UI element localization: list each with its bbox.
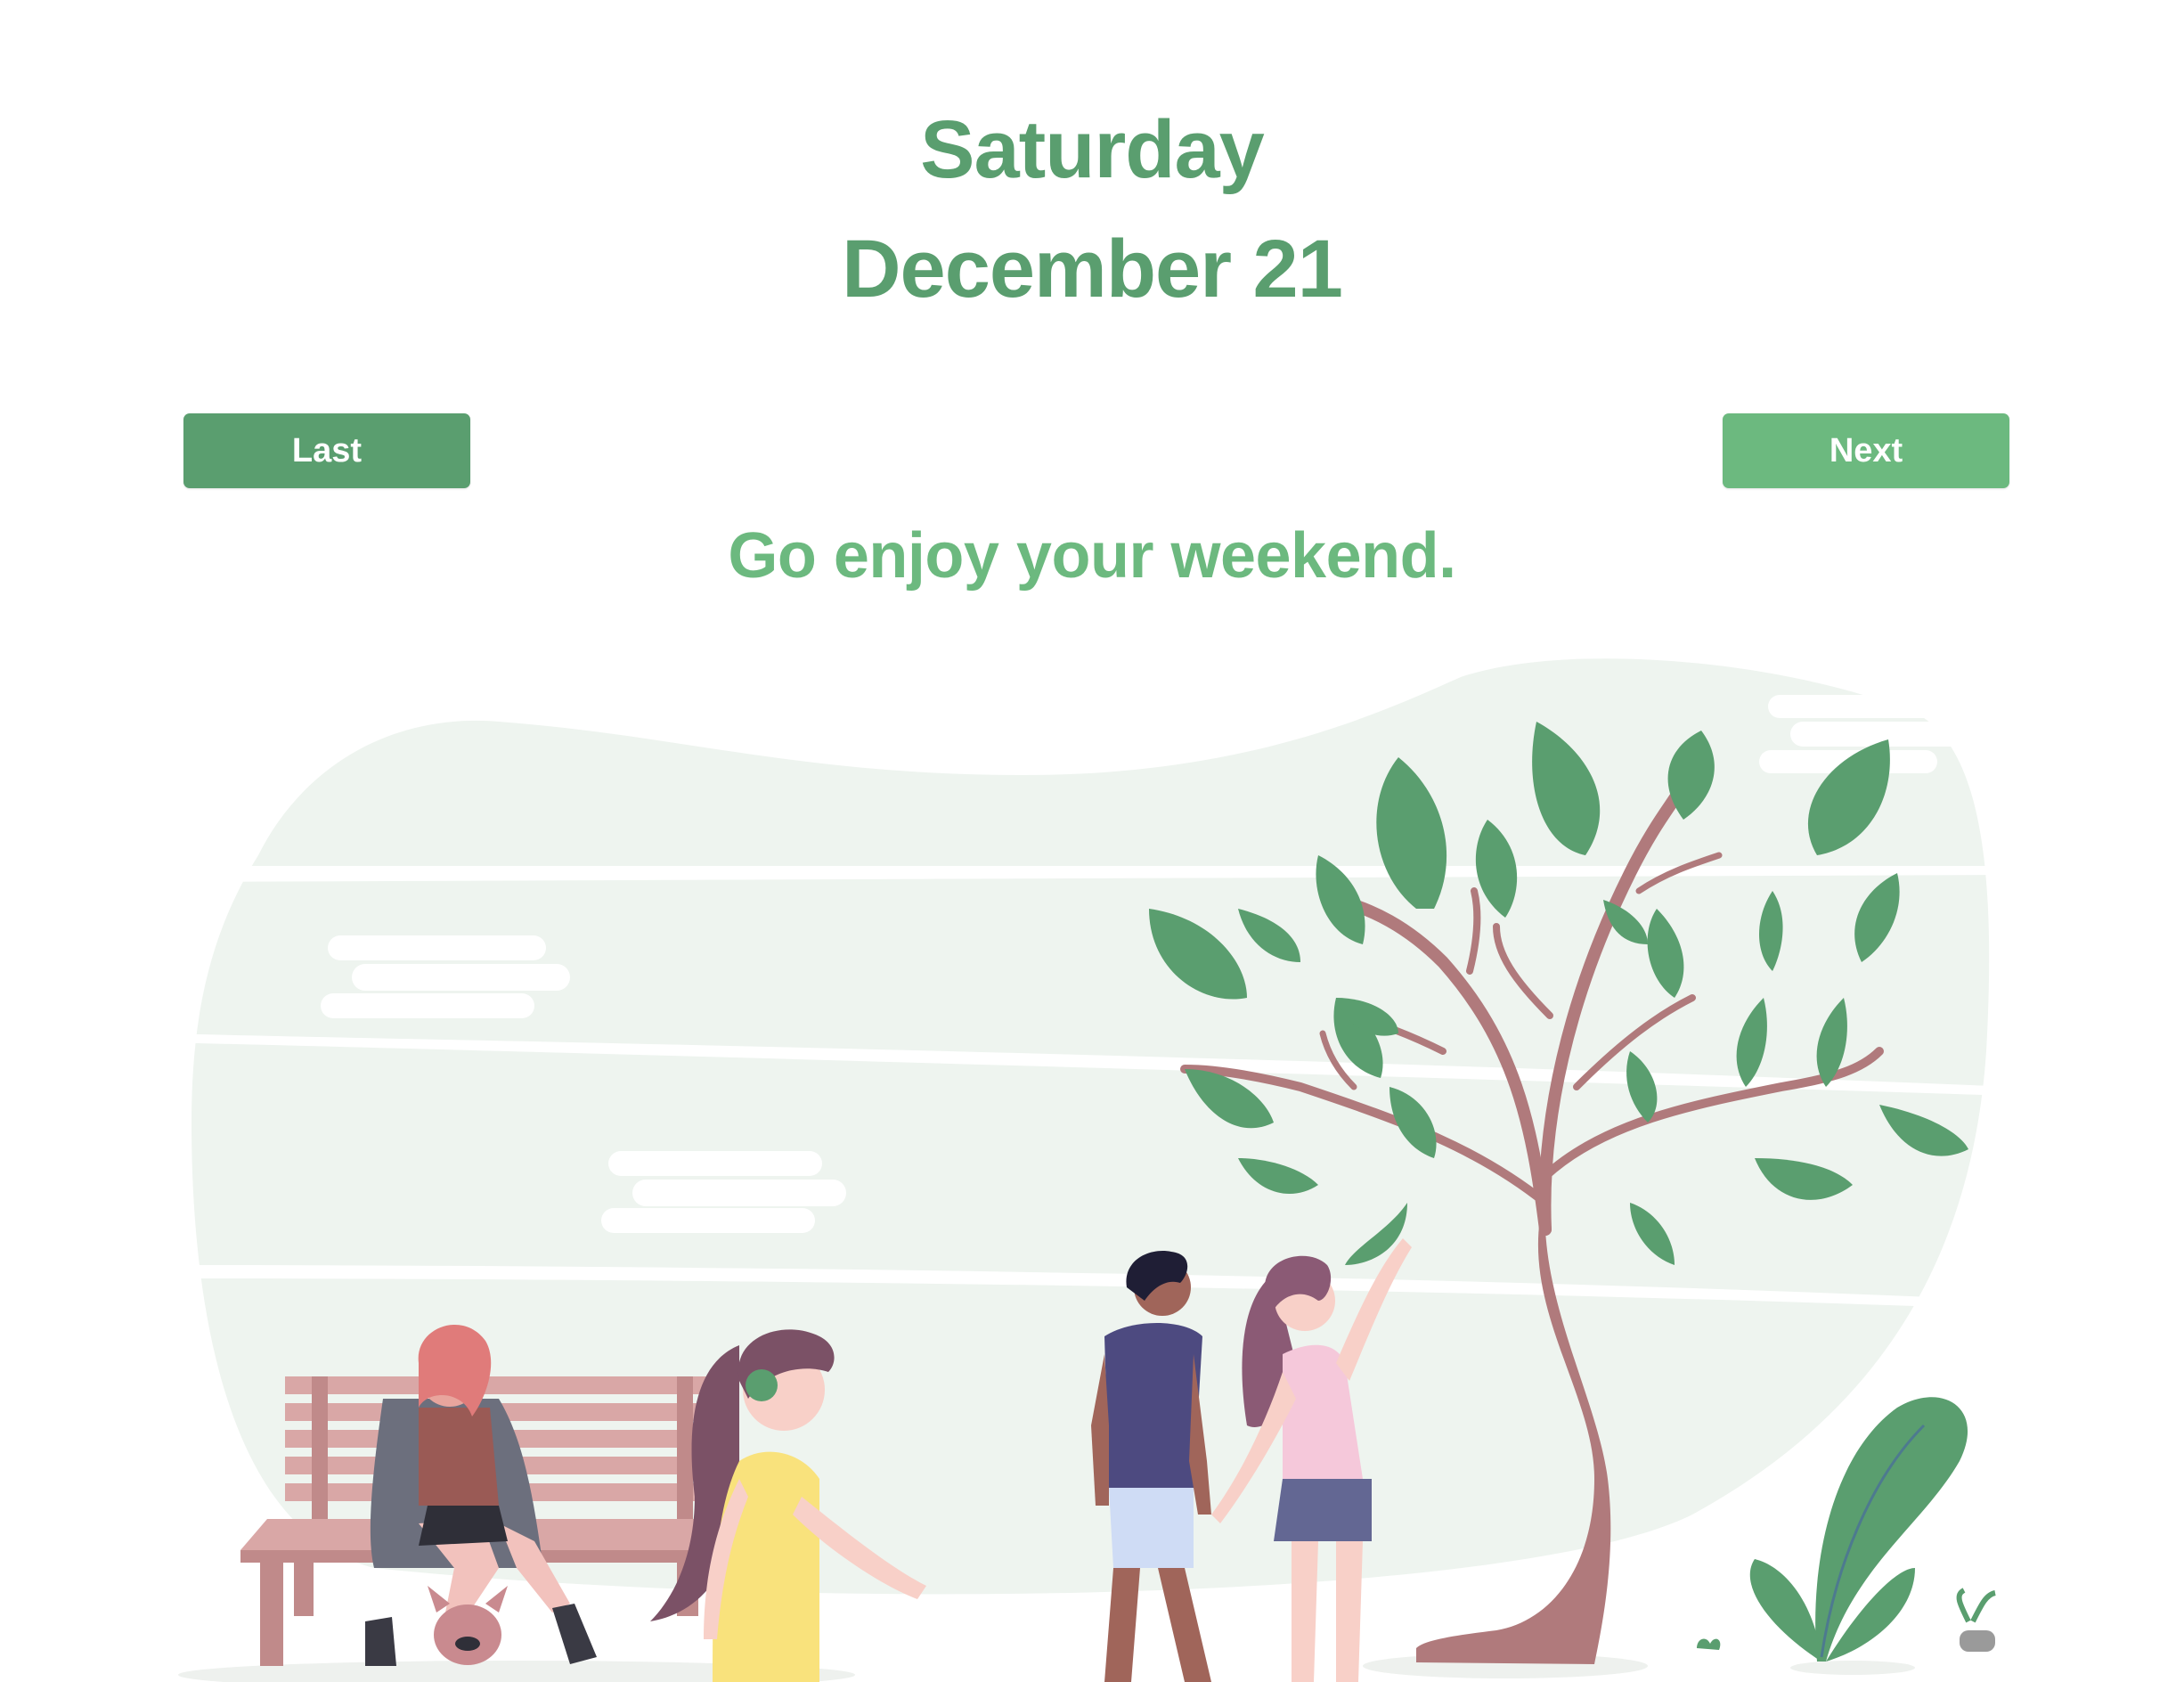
next-button[interactable]: Next (1723, 413, 2009, 488)
last-button[interactable]: Last (183, 413, 470, 488)
ground-shadows (178, 1653, 1915, 1682)
weekday-heading: Saturday (920, 104, 1265, 195)
park-scene-illustration (160, 658, 2013, 1682)
date-heading: December 21 (842, 224, 1343, 314)
weekend-message: Go enjoy your weekend. (728, 520, 1456, 592)
